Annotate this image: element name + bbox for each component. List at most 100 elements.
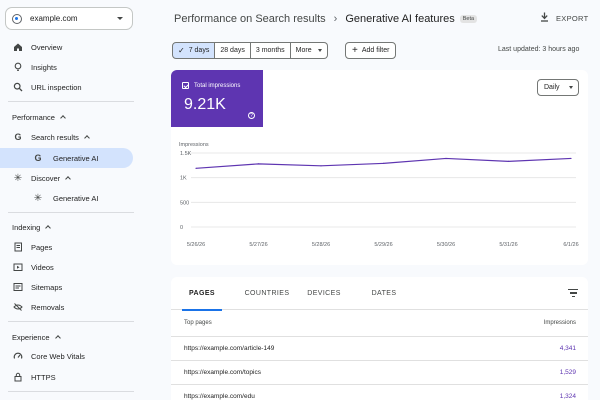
section-title: Experience [12, 332, 50, 342]
sidebar-item-label: Core Web Vitals [31, 351, 85, 361]
tab-label: COUNTRIES [244, 290, 290, 297]
sidebar-item-removals[interactable]: Removals [12, 297, 64, 317]
y-tick-label: 1.5K [180, 151, 192, 157]
export-button[interactable]: EXPORT [540, 12, 589, 25]
sidebar-item-search-results[interactable]: G Search results [12, 127, 90, 147]
lock-icon [12, 371, 24, 383]
property-selector[interactable]: example.com [5, 7, 133, 30]
chevron-up-icon [65, 176, 72, 182]
section-indexing[interactable]: Indexing [12, 220, 52, 234]
search-icon [12, 81, 24, 93]
sidebar-item-label: Generative AI [53, 193, 99, 203]
property-name: example.com [30, 14, 78, 23]
plus-icon: + [352, 45, 358, 56]
sitemap-icon [12, 281, 24, 293]
sidebar-item-label: Generative AI [53, 153, 99, 163]
sidebar-item-label: Removals [31, 302, 65, 312]
granularity-dropdown[interactable]: Daily [537, 79, 579, 96]
x-tick-label: 5/26/26 [187, 242, 205, 248]
page-title: Generative AI features [345, 13, 455, 25]
last-updated-text: Last updated: 3 hours ago [498, 46, 580, 53]
sidebar-item-core-web-vitals[interactable]: Core Web Vitals [12, 346, 85, 366]
y-tick-label: 0 [180, 225, 183, 231]
table-row[interactable]: https://example.com/topics 1,529 [171, 360, 588, 384]
range-7-days-button[interactable]: ✓ 7 days [172, 42, 216, 59]
breadcrumb: Performance on Search results › Generati… [174, 11, 478, 27]
beta-badge: Beta [459, 15, 478, 23]
google-g-icon: G [34, 153, 42, 163]
page-url: https://example.com/article-149 [184, 345, 275, 352]
page-url: https://example.com/topics [184, 369, 261, 376]
range-more-dropdown[interactable]: More [290, 42, 328, 59]
data-point [257, 163, 260, 165]
checkbox-icon [182, 82, 189, 89]
sidebar-item-generative-ai-discover[interactable]: ✳ Generative AI [32, 188, 99, 208]
range-28-days-button[interactable]: 28 days [215, 42, 251, 59]
chevron-up-icon [84, 135, 90, 141]
asterisk-icon: ✳ [33, 192, 43, 204]
page-url: https://example.com/edu [184, 393, 255, 400]
caret-down-icon [117, 17, 123, 20]
column-header-top-pages: Top pages [184, 320, 212, 326]
y-axis-title: Impressions [179, 142, 209, 148]
sidebar-item-pages[interactable]: Pages [12, 237, 52, 257]
date-range-group: ✓ 7 days 28 days 3 months More [172, 42, 328, 59]
section-experience[interactable]: Experience [12, 330, 61, 344]
asterisk-icon: ✳ [13, 172, 23, 184]
caret-down-icon [317, 49, 322, 52]
x-tick-label: 5/31/26 [499, 242, 517, 248]
range-label: 7 days [188, 47, 210, 54]
breakdown-table-card: PAGES COUNTRIES DEVICES DATES Top pages … [171, 277, 588, 400]
data-point [507, 160, 510, 162]
y-tick-label: 500 [180, 200, 189, 206]
tab-label: PAGES [189, 290, 215, 297]
breadcrumb-root-link[interactable]: Performance on Search results [174, 13, 326, 25]
sidebar-item-url-inspection[interactable]: URL inspection [12, 77, 82, 97]
x-tick-label: 5/28/26 [312, 242, 330, 248]
x-tick-label: 5/27/26 [249, 242, 267, 248]
sidebar-item-generative-ai-search[interactable]: G Generative AI [0, 148, 133, 168]
range-3-months-button[interactable]: 3 months [250, 42, 291, 59]
add-filter-button[interactable]: + Add filter [345, 42, 397, 59]
sidebar-item-sitemaps[interactable]: Sitemaps [12, 277, 62, 297]
total-impressions-metric[interactable]: Total impressions 9.21K ? [171, 70, 263, 127]
lightbulb-icon [12, 61, 24, 73]
column-header-impressions[interactable]: Impressions [544, 320, 576, 326]
property-icon [12, 13, 22, 24]
sidebar-item-label: Videos [31, 262, 54, 272]
sidebar: example.com Overview Insights URL inspec… [0, 0, 140, 400]
tab-devices[interactable]: DEVICES [303, 277, 345, 310]
section-title: Performance [12, 112, 55, 122]
sidebar-item-insights[interactable]: Insights [12, 57, 57, 77]
filter-rows-icon[interactable] [568, 289, 578, 298]
sidebar-item-overview[interactable]: Overview [12, 37, 62, 57]
chevron-up-icon [54, 335, 61, 341]
download-icon [540, 12, 549, 25]
x-tick-label: 5/29/26 [374, 242, 392, 248]
tab-pages[interactable]: PAGES [182, 277, 222, 311]
sidebar-item-label: Discover [31, 173, 61, 183]
data-point [382, 162, 385, 164]
sidebar-item-label: Sitemaps [31, 282, 63, 292]
section-performance[interactable]: Performance [12, 110, 66, 124]
impressions-value: 1,324 [559, 393, 576, 400]
data-point [445, 157, 447, 160]
sidebar-item-discover[interactable]: ✳ Discover [12, 168, 72, 188]
y-tick-label: 1K [180, 176, 187, 182]
sidebar-divider [8, 321, 134, 322]
sidebar-divider [8, 212, 134, 213]
tab-countries[interactable]: COUNTRIES [237, 277, 297, 310]
tab-label: DEVICES [307, 290, 341, 297]
caret-down-icon [569, 86, 573, 89]
data-point [320, 165, 322, 167]
tab-dates[interactable]: DATES [367, 277, 401, 310]
table-row[interactable]: https://example.com/article-149 4,341 [171, 336, 588, 360]
section-title: Indexing [12, 222, 41, 232]
breadcrumb-separator: › [333, 13, 338, 25]
help-icon[interactable]: ? [248, 112, 255, 119]
sidebar-item-videos[interactable]: Videos [12, 257, 54, 277]
sidebar-item-https[interactable]: HTTPS [12, 367, 56, 387]
add-filter-label: Add filter [361, 47, 390, 54]
table-row[interactable]: https://example.com/edu 1,324 [171, 384, 588, 400]
range-label: 28 days [220, 47, 245, 54]
